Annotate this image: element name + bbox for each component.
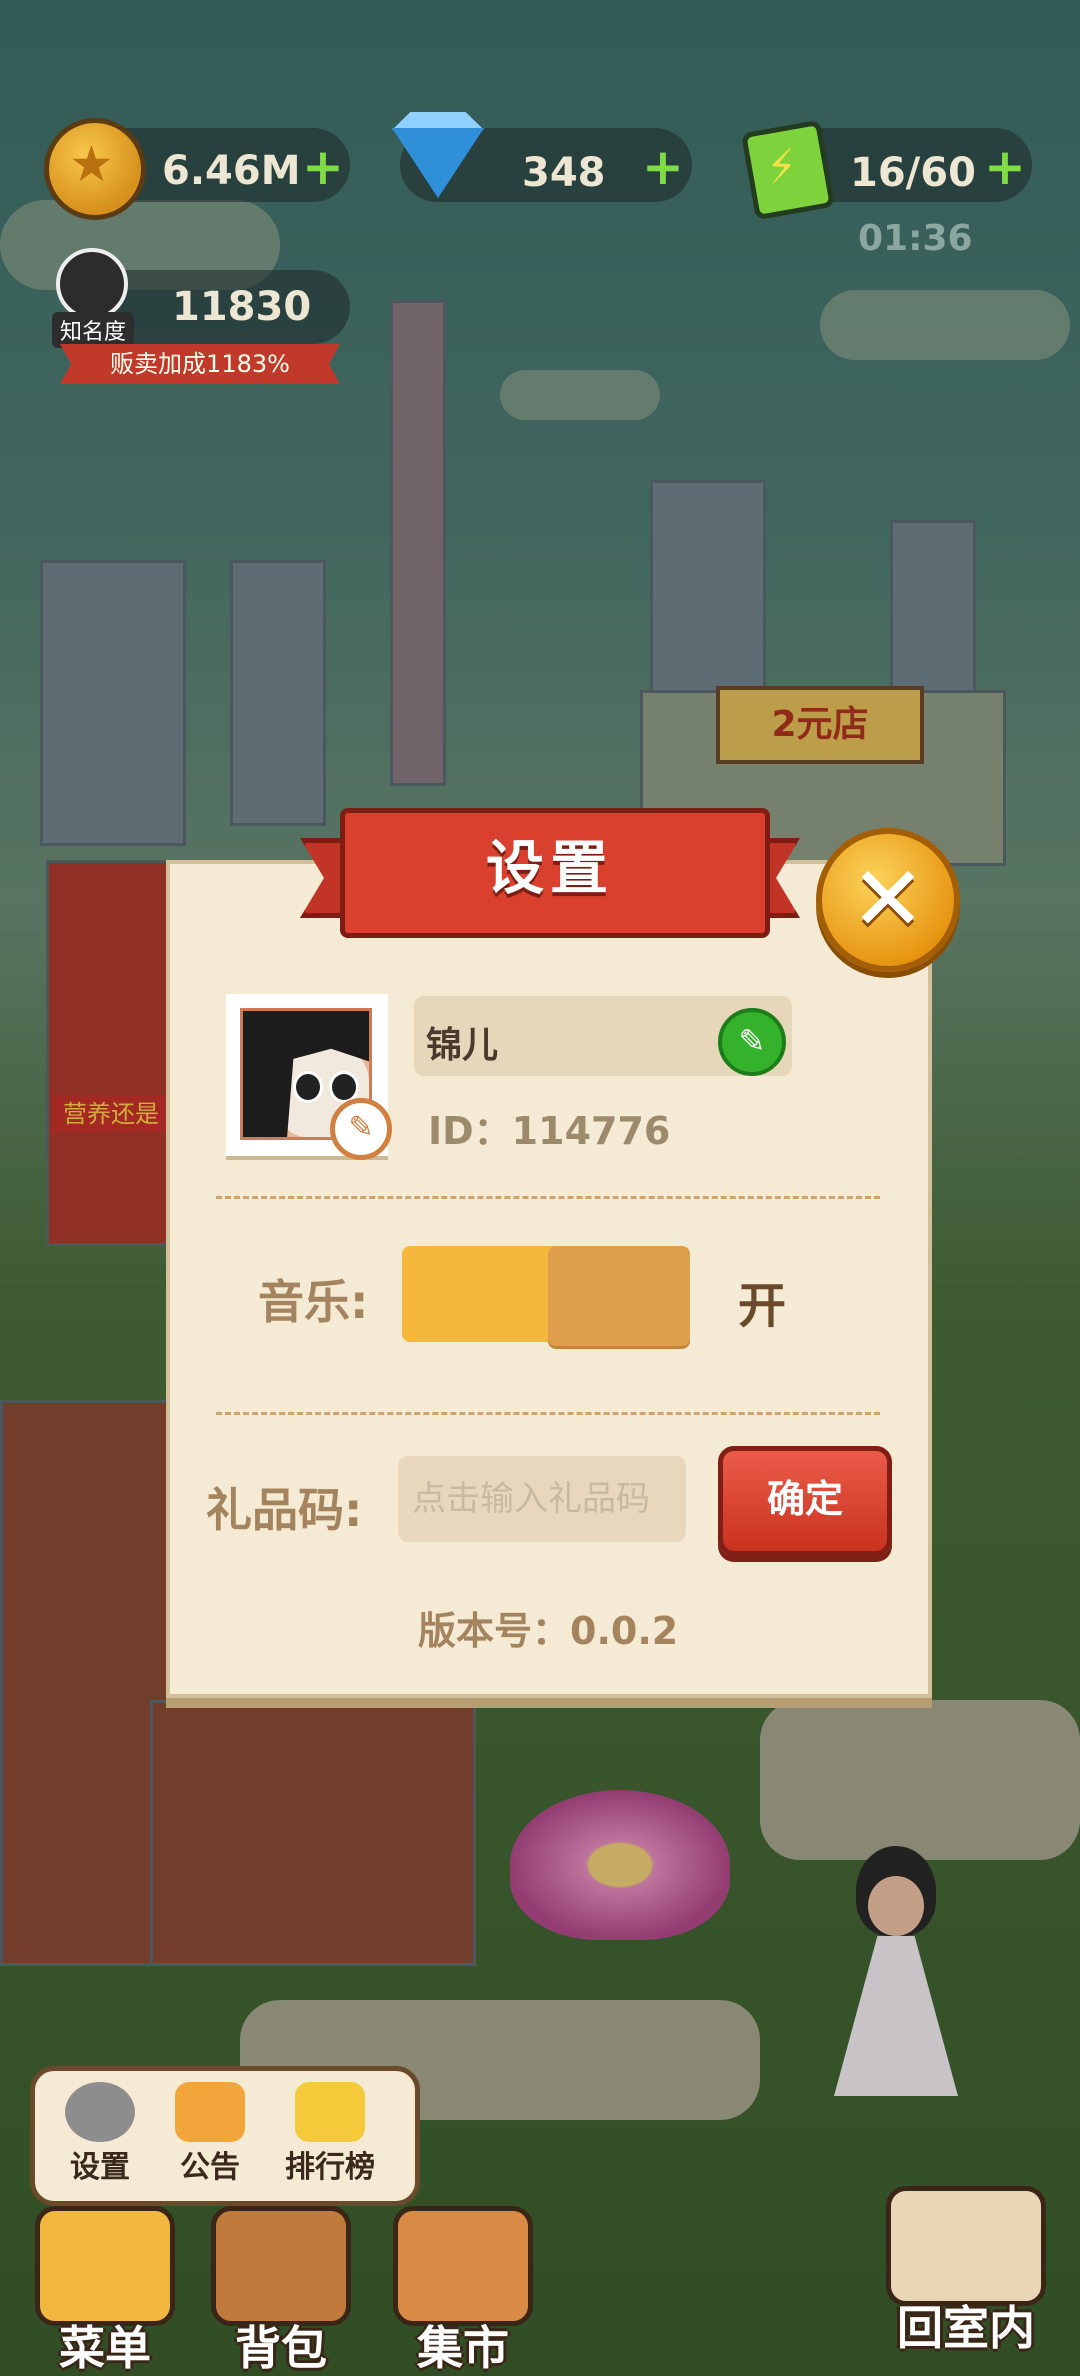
menu-leaderboard-label: 排行榜	[285, 2150, 375, 2185]
fame-avatar-icon	[56, 248, 128, 320]
crown-icon	[295, 2082, 365, 2142]
divider	[216, 1412, 880, 1415]
megaphone-icon	[175, 2082, 245, 2142]
star-book-icon	[35, 2206, 175, 2326]
menu-settings-button[interactable]: 设置	[50, 2082, 150, 2186]
player-name: 锦儿	[426, 1025, 499, 1066]
backpack-label: 背包	[235, 2321, 327, 2375]
game-scene: 2元店 营养还是 6.46M + 348 + 16/60 + 01:36 知名度…	[0, 0, 1080, 2376]
settings-title-ribbon: 设置	[300, 808, 800, 938]
divider	[216, 1196, 880, 1199]
house-arrow-icon	[886, 2186, 1046, 2306]
music-label: 音乐:	[258, 1275, 369, 1329]
close-button[interactable]: ✕	[816, 828, 960, 972]
gem-amount: 348	[522, 150, 606, 196]
market-stall-icon	[393, 2206, 533, 2326]
sell-bonus-banner: 贩卖加成1183%	[60, 344, 340, 384]
avatar-eye	[293, 1071, 323, 1103]
gear-icon	[65, 2082, 135, 2142]
add-coin-button[interactable]: +	[302, 142, 344, 192]
add-energy-button[interactable]: +	[984, 142, 1026, 192]
fame-label: 知名度	[52, 312, 135, 348]
coin-icon	[44, 118, 146, 220]
gift-code-input[interactable]	[398, 1456, 686, 1542]
menu-button[interactable]: 菜单	[20, 2206, 190, 2376]
edit-name-icon[interactable]: ✎	[718, 1008, 786, 1076]
music-toggle-knob[interactable]	[548, 1246, 690, 1346]
return-indoor-button[interactable]: 回室内	[866, 2186, 1066, 2358]
coin-amount: 6.46M	[162, 148, 301, 194]
energy-timer: 01:36	[858, 218, 973, 259]
gem-icon	[392, 128, 484, 198]
edit-avatar-icon[interactable]: ✎	[330, 1098, 392, 1160]
gift-code-label: 礼品码:	[206, 1483, 363, 1537]
menu-settings-label: 设置	[70, 2150, 130, 2185]
menu-announcement-label: 公告	[180, 2150, 240, 2185]
fame-value: 11830	[172, 284, 312, 330]
energy-amount: 16/60	[850, 150, 976, 196]
version-label: 版本号：0.0.2	[418, 1609, 679, 1653]
music-state: 开	[738, 1278, 787, 1334]
add-gem-button[interactable]: +	[642, 142, 684, 192]
close-icon: ✕	[850, 847, 926, 952]
menu-announcement-button[interactable]: 公告	[160, 2082, 260, 2186]
backpack-icon	[211, 2206, 351, 2326]
menu-leaderboard-button[interactable]: 排行榜	[280, 2082, 380, 2186]
backpack-button[interactable]: 背包	[196, 2206, 366, 2376]
menu-label: 菜单	[59, 2321, 151, 2375]
player-id: ID：114776	[428, 1109, 671, 1153]
energy-battery-icon	[740, 119, 836, 221]
settings-title: 设置	[485, 834, 614, 902]
market-label: 集市	[417, 2321, 509, 2375]
confirm-button[interactable]: 确定	[718, 1446, 892, 1556]
market-button[interactable]: 集市	[378, 2206, 548, 2376]
return-indoor-label: 回室内	[897, 2301, 1035, 2355]
